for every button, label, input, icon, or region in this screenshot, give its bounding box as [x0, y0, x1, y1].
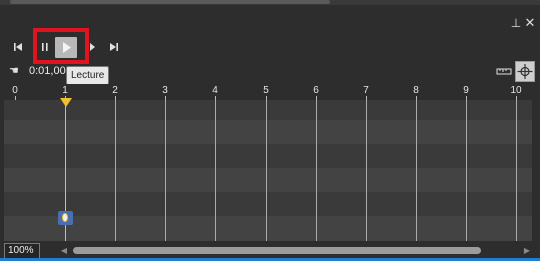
crosshair-button[interactable]: [515, 61, 535, 82]
ruler-tick-mark: [266, 96, 267, 100]
ruler-tick-label: 0: [12, 85, 18, 96]
ruler-tick-label: 6: [313, 85, 319, 96]
ruler-tick-label: 1: [62, 85, 68, 96]
scroll-left-arrow-icon[interactable]: ◀: [58, 244, 70, 258]
ruler-tick-label: 2: [112, 85, 118, 96]
skip-to-end-button[interactable]: [106, 39, 122, 55]
timeline-tracks[interactable]: [4, 100, 532, 241]
timeline-grid-line: [115, 100, 116, 241]
skip-to-start-button[interactable]: [10, 39, 26, 55]
track-row: [4, 100, 532, 120]
track-row: [4, 168, 532, 192]
ruler-tick-label: 3: [162, 85, 168, 96]
timeline-grid-line: [316, 100, 317, 241]
track-row: [4, 216, 532, 241]
ruler-icon[interactable]: [496, 64, 512, 78]
ruler-tick-label: 9: [463, 85, 469, 96]
top-scrollbar-thumb[interactable]: [10, 0, 330, 4]
scroll-right-arrow-icon[interactable]: ▶: [521, 244, 533, 258]
ruler-tick-mark: [165, 96, 166, 100]
timeline-grid-line: [266, 100, 267, 241]
timeline-grid-line: [516, 100, 517, 241]
track-row: [4, 144, 532, 168]
timeline-grid-line: [466, 100, 467, 241]
track-row: [4, 192, 532, 216]
play-button-highlight-box: [33, 28, 89, 64]
pin-icon[interactable]: ⊥: [509, 15, 523, 31]
zoom-level-field[interactable]: 100%: [4, 243, 40, 259]
ruler-tick-mark: [15, 96, 16, 100]
time-ruler[interactable]: [0, 84, 540, 100]
playhead-handle[interactable]: [60, 98, 72, 107]
track-row: [4, 120, 532, 144]
keyframe-dot: [62, 213, 68, 222]
play-tooltip: Lecture: [66, 66, 110, 85]
timeline-grid-line: [165, 100, 166, 241]
ruler-tick-label: 5: [263, 85, 269, 96]
timeline-grid-line: [416, 100, 417, 241]
ruler-tick-label: 4: [212, 85, 218, 96]
close-icon[interactable]: ✕: [523, 15, 537, 31]
ruler-tick-label: 10: [510, 85, 522, 96]
hand-icon[interactable]: ☚: [9, 64, 23, 78]
timeline-grid-line: [366, 100, 367, 241]
ruler-tick-mark: [466, 96, 467, 100]
ruler-tick-label: 7: [363, 85, 369, 96]
ruler-tick-mark: [316, 96, 317, 100]
ruler-tick-mark: [516, 96, 517, 100]
skip-to-end-icon: [110, 43, 118, 51]
ruler-tick-mark: [215, 96, 216, 100]
ruler-tick-label: 8: [413, 85, 419, 96]
ruler-tick-mark: [115, 96, 116, 100]
ruler-tick-mark: [366, 96, 367, 100]
ruler-tick-mark: [416, 96, 417, 100]
horizontal-scrollbar-thumb[interactable]: [73, 247, 481, 254]
timeline-grid-line: [215, 100, 216, 241]
crosshair-icon: [517, 64, 533, 79]
current-time-readout: 0:01,00: [29, 65, 66, 77]
skip-to-start-icon: [14, 43, 22, 51]
